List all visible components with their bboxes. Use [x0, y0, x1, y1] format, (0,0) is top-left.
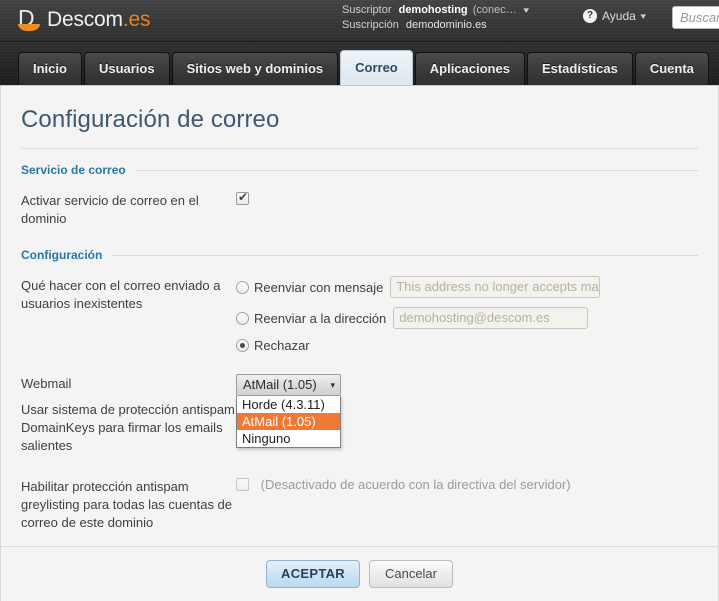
bounce-message-input[interactable]: This address no longer accepts mai — [390, 276, 601, 298]
logo-name: Descom — [47, 8, 123, 31]
section-title: Servicio de correo — [21, 163, 126, 177]
activate-mail-service-checkbox[interactable] — [236, 190, 249, 205]
page-title: Configuración de correo — [21, 106, 698, 149]
subscription-label: Suscripción — [342, 19, 399, 31]
webmail-option-ninguno[interactable]: Ninguno — [237, 430, 340, 447]
chevron-down-icon: ▾ — [640, 10, 646, 21]
descom-logo-icon: D — [18, 6, 41, 32]
webmail-select-face[interactable]: AtMail (1.05) ▾ — [236, 374, 341, 396]
help-menu[interactable]: ? Ayuda ▾ — [583, 9, 646, 23]
greylisting-checkbox[interactable] — [236, 478, 249, 491]
radio-forward-with-message[interactable] — [236, 280, 249, 294]
row-domainkeys: Usar sistema de protección antispam Doma… — [21, 400, 698, 455]
row-greylisting: Habilitar protección antispam greylistin… — [21, 477, 698, 532]
logo-wordmark: Descom.es — [47, 8, 150, 32]
subscriber-connection-state: (conec… — [472, 4, 517, 16]
option-label: Reenviar con mensaje — [254, 279, 384, 295]
content-inner: Configuración de correo Servicio de corr… — [1, 86, 718, 532]
forward-address-input[interactable]: demohosting@descom.es — [393, 307, 589, 329]
cancel-button[interactable]: Cancelar — [368, 560, 453, 588]
domainkeys-label: Usar sistema de protección antispam Doma… — [21, 402, 235, 453]
subscription-row: Suscripción demodominio.es — [342, 18, 528, 33]
radio-forward-to-address[interactable] — [236, 311, 249, 325]
option-label: Reenviar a la dirección — [254, 310, 387, 326]
subscriber-row[interactable]: Suscriptor demohosting (conec… ▾ — [342, 3, 529, 18]
section-divider — [135, 169, 698, 171]
greylisting-note: (Desactivado de acuerdo con la directiva… — [260, 477, 571, 492]
search-input[interactable]: Buscar... — [672, 6, 719, 29]
option-forward-with-message[interactable]: Reenviar con mensaje This address no lon… — [236, 276, 698, 298]
nonexistent-users-options: Reenviar con mensaje This address no lon… — [236, 276, 698, 362]
webmail-select-dropdown-list[interactable]: Horde (4.3.11) AtMail (1.05) Ninguno — [236, 396, 341, 448]
logo-tld: .es — [122, 8, 151, 31]
subscriber-label: Suscriptor — [342, 4, 392, 16]
form-button-bar: ACEPTAR Cancelar — [1, 546, 718, 601]
content-panel: Configuración de correo Servicio de corr… — [0, 86, 719, 601]
radio-reject[interactable] — [236, 339, 249, 352]
section-header-mail-service: Servicio de correo — [21, 163, 698, 177]
help-label: Ayuda — [602, 9, 636, 23]
webmail-control: AtMail (1.05) ▾ Horde (4.3.11) AtMail (1… — [236, 374, 698, 448]
top-header-bar: D Descom.es Suscriptor demohosting (cone… — [0, 0, 719, 42]
row-nonexistent-users: Qué hacer con el correo enviado a usuari… — [21, 276, 698, 362]
accept-button[interactable]: ACEPTAR — [266, 560, 360, 588]
activate-mail-service-label: Activar servicio de correo en el dominio — [21, 193, 199, 226]
chevron-down-icon: ▾ — [330, 380, 335, 390]
greylisting-label: Habilitar protección antispam greylistin… — [21, 479, 233, 530]
section-divider — [112, 254, 698, 256]
webmail-select[interactable]: AtMail (1.05) ▾ Horde (4.3.11) AtMail (1… — [236, 374, 341, 448]
subscription-value: demodominio.es — [405, 19, 487, 31]
row-activate-mail-service: Activar servicio de correo en el dominio — [21, 190, 698, 228]
section-title: Configuración — [21, 248, 103, 262]
tab-correo[interactable]: Correo — [340, 50, 413, 85]
tab-cuenta[interactable]: Cuenta — [634, 52, 709, 85]
webmail-selected-value: AtMail (1.05) — [243, 377, 317, 392]
tab-inicio[interactable]: Inicio — [18, 52, 82, 85]
nonexistent-users-label: Qué hacer con el correo enviado a usuari… — [21, 278, 221, 311]
main-navigation-tabs: Inicio Usuarios Sitios web y dominios Co… — [0, 42, 719, 86]
section-header-configuration: Configuración — [21, 248, 698, 262]
tab-sitios-web-y-dominios[interactable]: Sitios web y dominios — [171, 52, 339, 85]
subscriber-value: demohosting — [398, 4, 468, 16]
greylisting-control: (Desactivado de acuerdo con la directiva… — [236, 477, 698, 492]
tab-estadisticas[interactable]: Estadísticas — [526, 52, 633, 85]
tab-usuarios[interactable]: Usuarios — [83, 52, 170, 85]
site-logo[interactable]: D Descom.es — [18, 5, 150, 35]
activate-mail-service-control — [236, 190, 698, 206]
webmail-option-atmail[interactable]: AtMail (1.05) — [237, 413, 340, 430]
row-webmail: Webmail AtMail (1.05) ▾ Horde (4.3.11) A… — [21, 374, 698, 448]
option-label: Rechazar — [254, 338, 310, 353]
option-reject[interactable]: Rechazar — [236, 338, 698, 353]
webmail-label: Webmail — [21, 376, 72, 391]
tab-aplicaciones[interactable]: Aplicaciones — [414, 52, 525, 85]
option-forward-to-address[interactable]: Reenviar a la dirección demohosting@desc… — [236, 307, 698, 329]
subscriber-info: Suscriptor demohosting (conec… ▾ Suscrip… — [342, 3, 529, 33]
question-mark-icon: ? — [583, 9, 597, 23]
chevron-down-icon[interactable]: ▾ — [523, 3, 529, 18]
webmail-option-horde[interactable]: Horde (4.3.11) — [237, 396, 340, 413]
